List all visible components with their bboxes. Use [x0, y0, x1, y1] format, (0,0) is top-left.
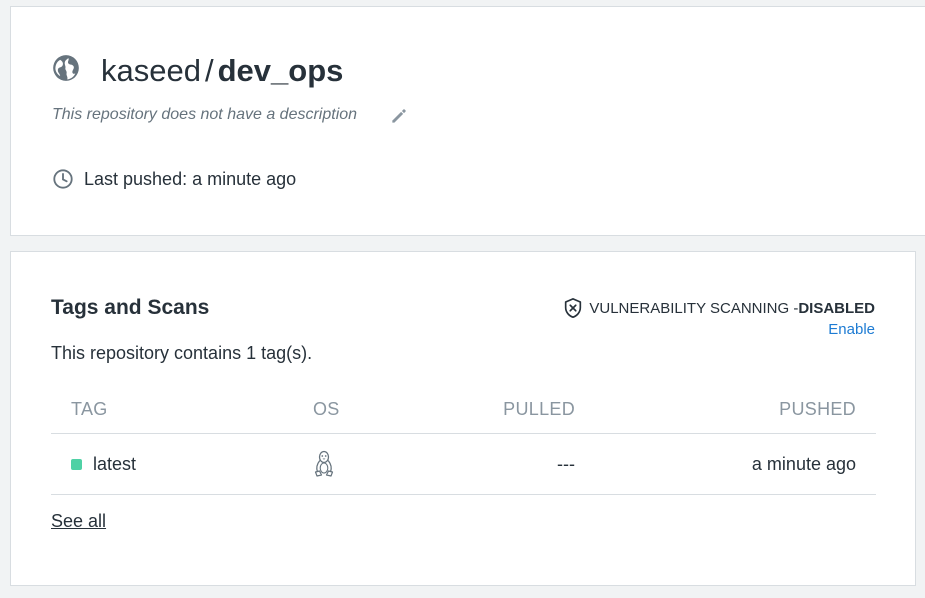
- column-header-pushed: PUSHED: [779, 399, 856, 419]
- clock-icon: [53, 169, 73, 189]
- vulnerability-scanning-label: VULNERABILITY SCANNING -: [589, 299, 799, 317]
- section-title: Tags and Scans: [51, 296, 210, 319]
- repository-owner[interactable]: kaseed: [101, 53, 201, 88]
- tags-and-scans-card: Tags and Scans VULNERABILITY SCANNING - …: [10, 251, 916, 586]
- tag-status-indicator: [71, 459, 82, 470]
- see-all-link[interactable]: See all: [51, 511, 106, 532]
- vulnerability-scanning-status: VULNERABILITY SCANNING - DISABLED: [562, 297, 875, 319]
- tag-cell: latest: [71, 454, 136, 475]
- shield-x-icon: [565, 298, 582, 318]
- pencil-icon[interactable]: [389, 106, 409, 126]
- column-header-os: OS: [313, 399, 340, 419]
- globe-icon: [53, 55, 79, 81]
- tag-count-summary: This repository contains 1 tag(s).: [51, 343, 313, 363]
- linux-tux-icon: [314, 450, 334, 477]
- pulled-value: ---: [557, 454, 575, 474]
- repository-header-card: kaseed / dev_ops This repository does not …: [10, 6, 925, 236]
- repository-description: This repository does not have a descript…: [52, 106, 358, 123]
- column-header-pulled: PULLED: [503, 399, 575, 419]
- enable-scanning-link[interactable]: Enable: [828, 321, 875, 338]
- last-pushed-text: Last pushed: a minute ago: [84, 169, 297, 189]
- pushed-value: a minute ago: [751, 454, 856, 474]
- repository-title: kaseed / dev_ops: [101, 51, 343, 91]
- title-separator: /: [204, 53, 214, 88]
- repository-name: dev_ops: [217, 53, 344, 88]
- tags-table: TAG OS PULLED PUSHED latest --- a minute…: [51, 385, 876, 495]
- vulnerability-scanning-state: DISABLED: [798, 299, 875, 317]
- table-header: TAG OS PULLED PUSHED: [51, 385, 876, 434]
- column-header-tag: TAG: [71, 399, 108, 419]
- tag-name-link[interactable]: latest: [93, 454, 136, 475]
- table-row[interactable]: latest --- a minute ago: [51, 434, 876, 495]
